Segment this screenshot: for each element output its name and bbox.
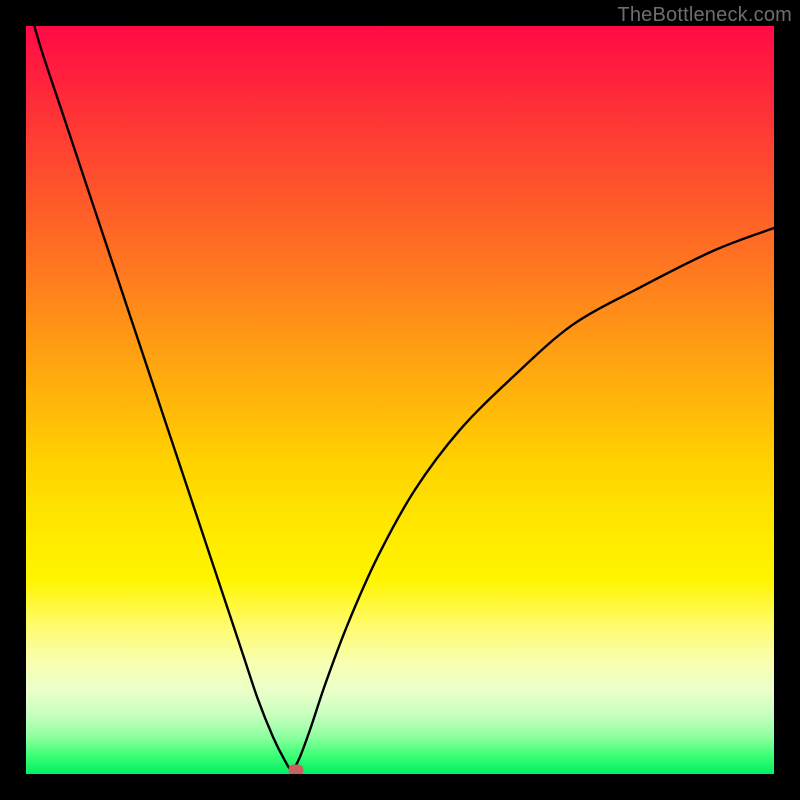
optimal-point-marker	[289, 764, 304, 774]
watermark-text: TheBottleneck.com	[617, 4, 792, 27]
chart-frame: TheBottleneck.com	[0, 0, 800, 800]
bottleneck-curve	[26, 26, 774, 774]
plot-area	[26, 26, 774, 774]
